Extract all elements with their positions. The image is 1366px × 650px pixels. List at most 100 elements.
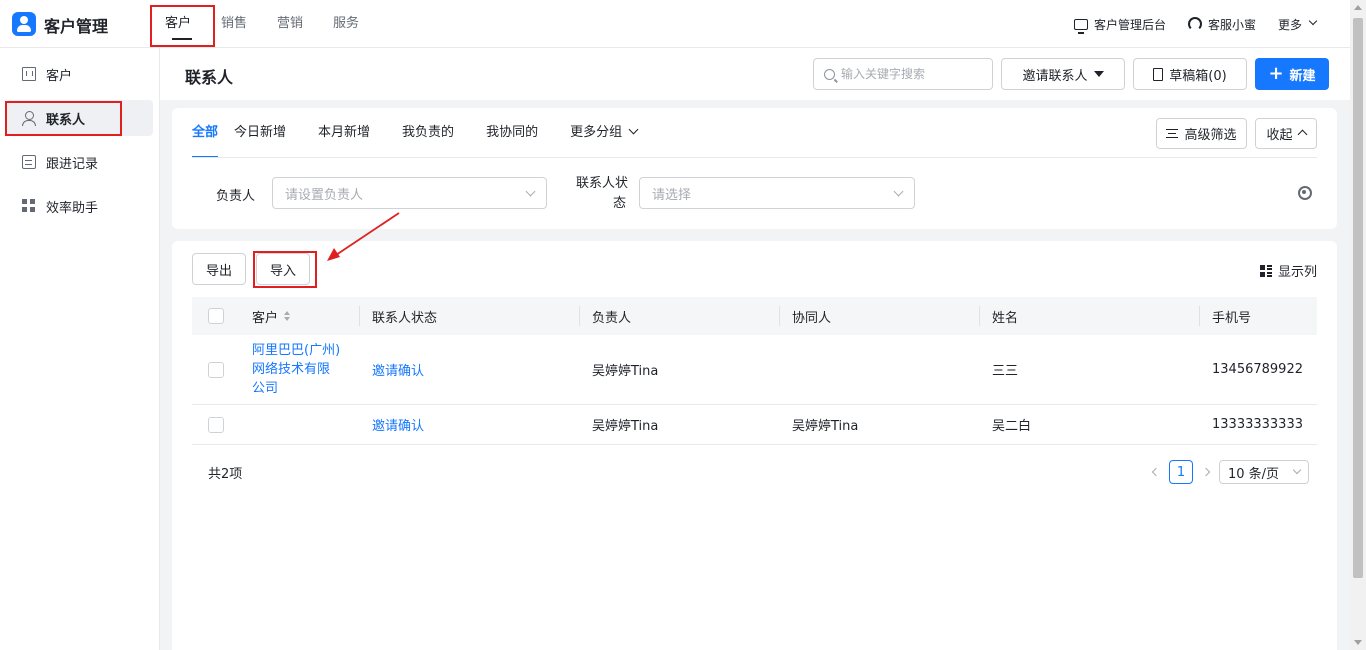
customer-link-line[interactable]: 网络技术有限	[252, 360, 330, 379]
customer-cell[interactable]: 阿里巴巴(广州) 网络技术有限 公司	[252, 335, 340, 404]
page-size-label: 10 条/页	[1228, 466, 1280, 482]
column-header-name: 姓名	[992, 310, 1019, 326]
column-divider	[359, 306, 360, 326]
monitor-icon	[1073, 18, 1088, 34]
admin-console-link[interactable]: 客户管理后台	[1073, 16, 1166, 34]
top-nav-marketing[interactable]: 营销	[262, 0, 318, 48]
status-filter-label-line1: 联系人状	[575, 176, 628, 191]
scroll-thumb[interactable]	[1353, 18, 1363, 578]
row-checkbox[interactable]	[208, 361, 224, 378]
export-button[interactable]: 导出	[192, 253, 246, 285]
sidebar-item-label: 跟进记录	[46, 156, 99, 172]
document-icon	[22, 155, 36, 169]
scroll-up-arrow-icon[interactable]	[1354, 5, 1362, 10]
status-select[interactable]: 请选择	[639, 177, 915, 209]
collapse-button[interactable]: 收起	[1255, 118, 1317, 149]
chevron-down-icon	[893, 186, 904, 196]
tab-all[interactable]: 全部	[192, 108, 219, 158]
search-input[interactable]	[841, 67, 981, 81]
admin-console-label: 客户管理后台	[1093, 17, 1166, 32]
group-tabs: 全部 今日新增 本月新增 我负责的 我协同的 更多分组	[192, 108, 669, 158]
sidebar: 客户 联系人 跟进记录 效率助手	[0, 48, 160, 650]
show-columns-button[interactable]: 显示列	[1259, 261, 1317, 280]
column-header-label: 客户	[252, 310, 279, 326]
collaborator-cell: 吴婷婷Tina	[792, 419, 859, 434]
chevron-down-icon	[628, 124, 639, 135]
tabs-divider	[192, 157, 1317, 158]
caret-down-icon	[1093, 71, 1104, 77]
column-header-phone: 手机号	[1212, 310, 1252, 326]
grid-icon	[22, 199, 36, 213]
more-label: 更多	[1277, 17, 1302, 32]
draft-icon	[1153, 67, 1164, 81]
invite-contact-label: 邀请联系人	[1022, 68, 1088, 84]
more-menu[interactable]: 更多	[1277, 16, 1318, 33]
row-checkbox[interactable]	[208, 416, 224, 433]
owner-filter-label: 负责人	[216, 189, 256, 204]
sidebar-item-label: 效率助手	[46, 200, 99, 216]
owner-select[interactable]: 请设置负责人	[272, 177, 547, 209]
sidebar-item-label: 客户	[46, 68, 73, 84]
column-divider	[779, 306, 780, 326]
select-all-checkbox[interactable]	[208, 308, 224, 324]
drafts-button[interactable]: 草稿箱(0)	[1133, 58, 1247, 90]
table-row: 阿里巴巴(广州) 网络技术有限 公司 邀请确认 吴婷婷Tina 三三 13456…	[192, 335, 1317, 405]
collapse-label: 收起	[1266, 128, 1293, 143]
phone-cell: 13333333333	[1212, 417, 1303, 432]
column-divider	[1199, 306, 1200, 326]
table-card: 导出 导入 显示列 客户 联系人状态 负责人 协同人 姓名 手机号 阿里巴巴(广…	[172, 241, 1337, 650]
gear-icon[interactable]	[1298, 186, 1312, 200]
tab-today-new[interactable]: 今日新增	[234, 108, 286, 158]
status-filter-label-line2: 态	[612, 196, 626, 211]
advanced-filter-label: 高级筛选	[1184, 128, 1237, 143]
tab-month-new[interactable]: 本月新增	[318, 108, 370, 158]
pagination: 1 10 条/页	[1151, 460, 1309, 484]
page-scrollbar[interactable]	[1350, 0, 1366, 650]
column-header-collaborator: 协同人	[792, 310, 832, 326]
new-button[interactable]: + 新建	[1255, 58, 1329, 90]
columns-icon	[1259, 264, 1272, 277]
status-select-placeholder: 请选择	[652, 187, 692, 203]
customer-link-line[interactable]: 阿里巴巴(广州)	[252, 341, 340, 360]
chevron-up-icon	[1297, 129, 1307, 140]
name-cell: 吴二白	[992, 419, 1032, 434]
sidebar-item-follow-up[interactable]: 跟进记录	[6, 144, 153, 180]
chevron-left-icon[interactable]	[1151, 467, 1161, 477]
app-title: 客户管理	[44, 17, 109, 36]
row-select-cell	[208, 335, 224, 404]
scroll-down-arrow-icon[interactable]	[1354, 640, 1362, 645]
page-number-button[interactable]: 1	[1169, 460, 1193, 484]
highlight-box-sidebar	[5, 101, 122, 136]
sidebar-item-efficiency[interactable]: 效率助手	[6, 188, 153, 224]
customer-service-link[interactable]: 客服小蜜	[1187, 16, 1256, 33]
top-nav-service[interactable]: 服务	[318, 0, 374, 48]
chevron-down-icon	[525, 186, 536, 196]
total-count: 共2项	[208, 467, 243, 482]
sidebar-item-customer[interactable]: 客户	[6, 56, 153, 92]
status-cell: 邀请确认	[372, 335, 424, 404]
chevron-right-icon[interactable]	[1201, 467, 1211, 477]
page-size-select[interactable]: 10 条/页	[1219, 460, 1309, 484]
page-header: 联系人 邀请联系人 草稿箱(0) + 新建	[160, 48, 1350, 100]
status-link[interactable]: 邀请确认	[372, 360, 424, 379]
table-header-row: 客户 联系人状态 负责人 协同人 姓名 手机号	[192, 297, 1317, 335]
status-filter-label: 联系人状 态	[570, 174, 628, 214]
tab-my-responsible[interactable]: 我负责的	[402, 108, 454, 158]
search-icon	[824, 68, 835, 80]
invite-contact-button[interactable]: 邀请联系人	[1001, 58, 1125, 90]
advanced-filter-button[interactable]: 高级筛选	[1156, 118, 1247, 149]
column-header-status: 联系人状态	[372, 310, 438, 326]
sort-icon[interactable]	[284, 311, 291, 321]
headset-icon	[1187, 17, 1202, 31]
new-label: 新建	[1289, 68, 1316, 84]
tab-more-groups[interactable]: 更多分组	[570, 108, 639, 158]
top-bar: 客户管理 客户 销售 营销 服务 客户管理后台 客服小蜜 更多	[0, 0, 1350, 48]
status-link[interactable]: 邀请确认	[372, 415, 424, 434]
app-logo-icon	[12, 12, 36, 36]
column-header-customer[interactable]: 客户	[252, 297, 291, 335]
owner-cell: 吴婷婷Tina	[592, 364, 659, 379]
top-right-actions: 客户管理后台 客服小蜜 更多	[1073, 0, 1318, 48]
customer-link-line[interactable]: 公司	[252, 379, 278, 398]
plus-icon: +	[1268, 63, 1284, 84]
tab-my-collaborated[interactable]: 我协同的	[486, 108, 538, 158]
